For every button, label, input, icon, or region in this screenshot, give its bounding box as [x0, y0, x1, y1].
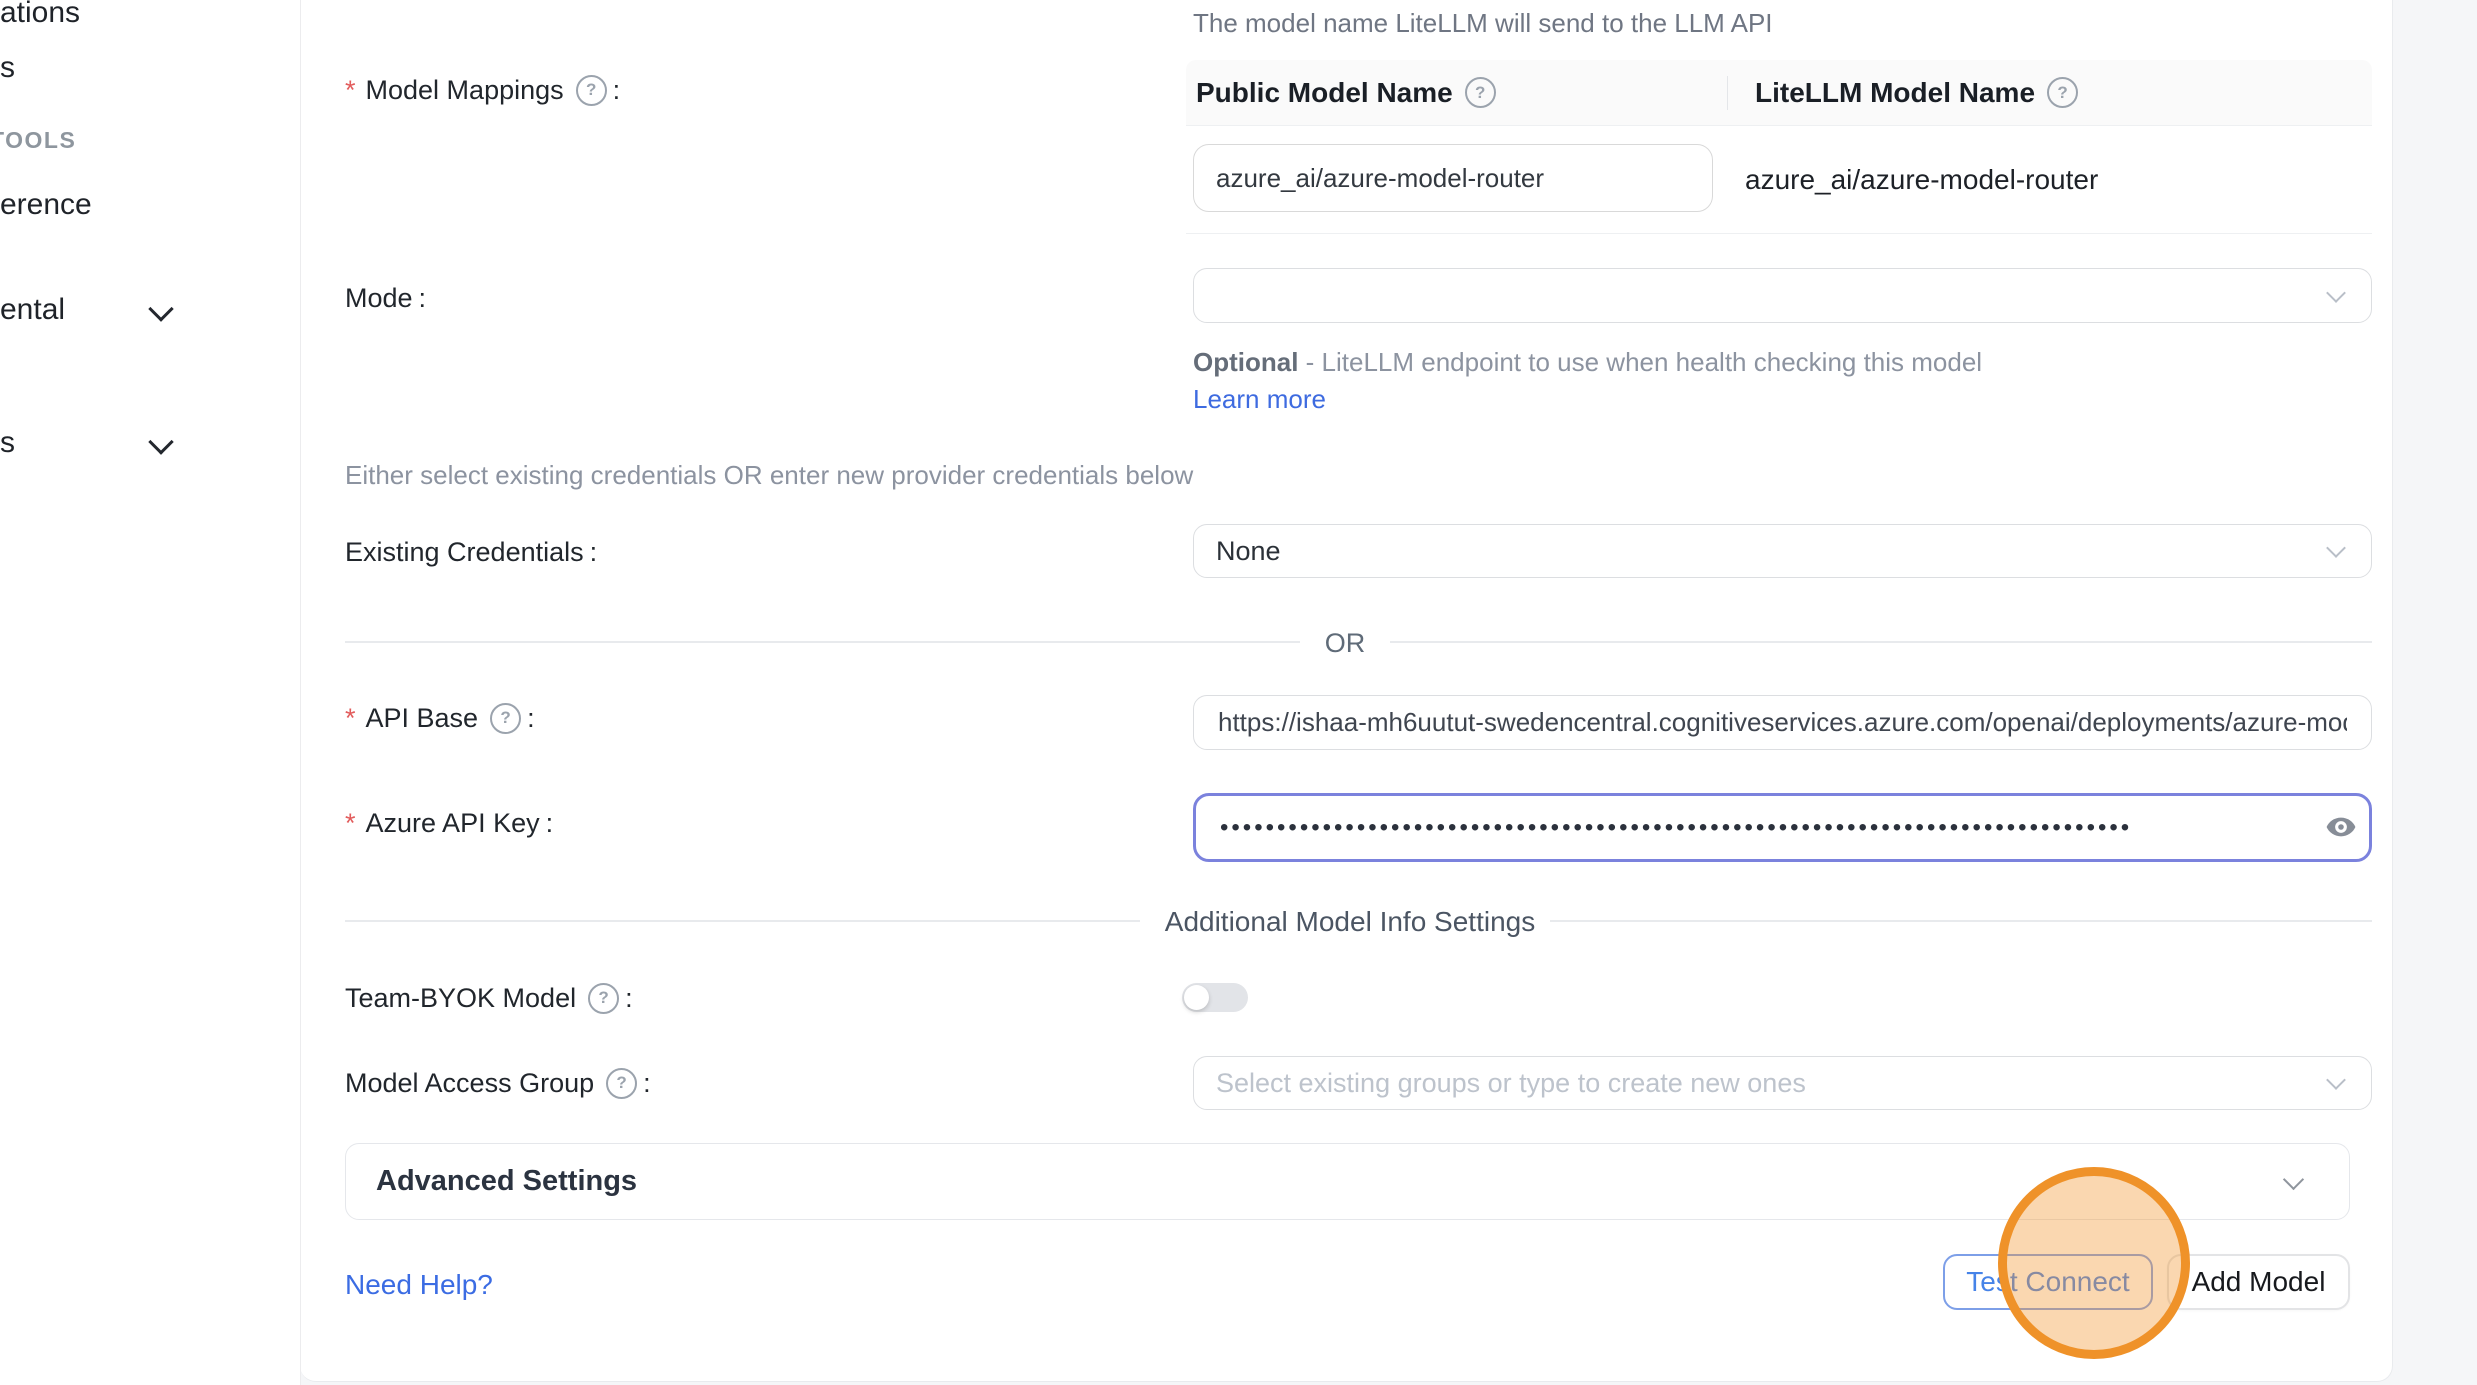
column-header-public-model-name: Public Model Name ? [1186, 77, 1737, 109]
model-access-group-select[interactable]: Select existing groups or type to create… [1193, 1056, 2372, 1110]
chevron-down-icon [148, 296, 173, 321]
help-icon[interactable]: ? [576, 75, 607, 106]
sidebar: ations s TOOLS erence ental s [0, 0, 301, 1385]
colon: : [613, 74, 621, 106]
or-divider-text: OR [1300, 628, 1390, 659]
advanced-settings-title: Advanced Settings [346, 1165, 637, 1198]
sidebar-item-label: s [0, 426, 15, 459]
team-byok-label: Team-BYOK Model ? : [345, 982, 633, 1014]
help-icon[interactable]: ? [588, 983, 619, 1014]
existing-credentials-label: Existing Credentials : [345, 536, 597, 568]
sidebar-item-s1[interactable]: s [0, 51, 15, 85]
colon: : [419, 282, 427, 314]
learn-more-link[interactable]: Learn more [1193, 384, 1326, 414]
required-marker: * [345, 702, 356, 734]
advanced-settings-panel[interactable]: Advanced Settings [345, 1143, 2350, 1220]
sidebar-section-tools: TOOLS [0, 126, 76, 154]
colon: : [590, 536, 598, 568]
chevron-down-icon [148, 429, 173, 454]
mode-select[interactable] [1193, 268, 2372, 323]
divider-line [1390, 641, 2372, 643]
azure-api-key-input[interactable] [1193, 793, 2372, 862]
model-access-group-label: Model Access Group ? : [345, 1067, 651, 1099]
column-header-litellm-model-name: LiteLLM Model Name ? [1737, 77, 2078, 109]
required-marker: * [345, 807, 356, 839]
chevron-down-icon [2326, 1070, 2346, 1090]
selected-value: None [1194, 536, 1281, 567]
team-byok-toggle[interactable] [1182, 983, 1248, 1012]
azure-api-key-label: * Azure API Key : [345, 807, 553, 839]
help-icon[interactable]: ? [2047, 77, 2078, 108]
model-mappings-table: Public Model Name ? LiteLLM Model Name ?… [1186, 60, 2372, 234]
chevron-down-icon [2283, 1168, 2304, 1189]
litellm-model-name-value: azure_ai/azure-model-router [1745, 164, 2098, 196]
test-connect-button[interactable]: Test Connect [1943, 1254, 2153, 1310]
colon: : [643, 1067, 651, 1099]
colon: : [527, 702, 535, 734]
help-icon[interactable]: ? [606, 1068, 637, 1099]
sidebar-item-s2[interactable]: s [0, 426, 15, 460]
colon: : [625, 982, 633, 1014]
api-base-label: * API Base ? : [345, 702, 535, 734]
sidebar-item-label: s [0, 51, 15, 84]
toggle-knob [1184, 985, 1209, 1010]
required-marker: * [345, 74, 356, 106]
public-model-name-input[interactable] [1193, 144, 1713, 212]
model-mappings-label: * Model Mappings ? : [345, 74, 620, 106]
help-icon[interactable]: ? [490, 703, 521, 734]
divider-line [345, 920, 1140, 922]
optional-bold: Optional [1193, 347, 1298, 377]
existing-credentials-select[interactable]: None [1193, 524, 2372, 578]
sidebar-item-label: ations [0, 0, 80, 29]
additional-settings-divider-text: Additional Model Info Settings [1145, 906, 1555, 938]
sidebar-item-ental[interactable]: ental [0, 293, 65, 327]
sidebar-item-label: erence [0, 188, 92, 221]
credentials-instruction: Either select existing credentials OR en… [345, 460, 1193, 491]
table-row: azure_ai/azure-model-router [1186, 126, 2372, 234]
select-placeholder: Select existing groups or type to create… [1194, 1068, 1806, 1099]
api-base-input[interactable] [1193, 695, 2372, 750]
add-model-button[interactable]: Add Model [2167, 1254, 2350, 1310]
mode-help-note: Optional - LiteLLM endpoint to use when … [1193, 344, 2013, 418]
eye-icon[interactable] [2325, 811, 2357, 843]
sidebar-item-erence[interactable]: erence [0, 188, 92, 222]
help-icon[interactable]: ? [1465, 77, 1496, 108]
chevron-down-icon [2326, 538, 2346, 558]
mode-label: Mode : [345, 282, 426, 314]
sidebar-item-ations[interactable]: ations [0, 0, 80, 30]
column-divider [1727, 76, 1728, 110]
divider-line [1550, 920, 2372, 922]
sidebar-item-label: ental [0, 293, 65, 326]
litellm-model-name-helper: The model name LiteLLM will send to the … [1193, 8, 1773, 39]
need-help-link[interactable]: Need Help? [345, 1269, 493, 1301]
colon: : [546, 807, 554, 839]
add-model-form: The model name LiteLLM will send to the … [300, 0, 2393, 1382]
table-header-row: Public Model Name ? LiteLLM Model Name ? [1186, 60, 2372, 126]
divider-line [345, 641, 1300, 643]
chevron-down-icon [2326, 283, 2346, 303]
